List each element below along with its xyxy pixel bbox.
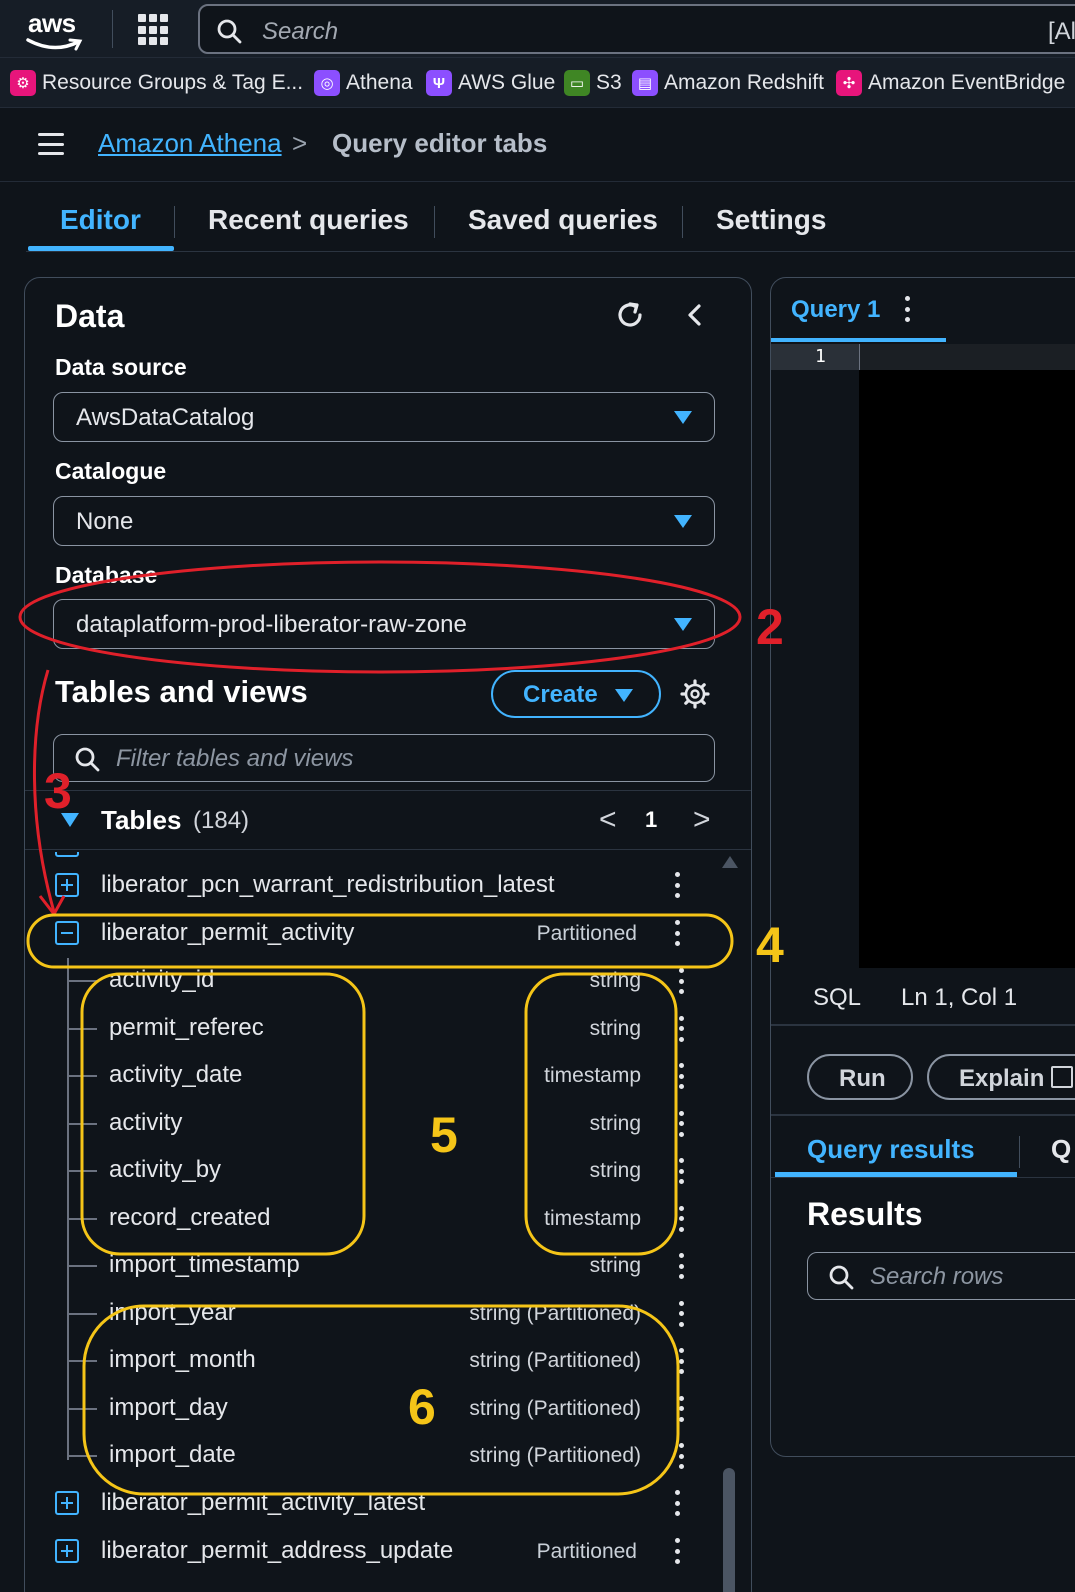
table-highlight-ring xyxy=(26,913,734,969)
annotation-step-6: 6 xyxy=(408,1379,436,1435)
annotation-step-4: 4 xyxy=(756,917,784,973)
column-names-highlight xyxy=(80,972,366,1256)
annotation-step-5: 5 xyxy=(430,1107,458,1163)
annotation-step-2: 2 xyxy=(756,599,784,655)
annotation-step-3: 3 xyxy=(44,763,72,819)
annotation-overlay xyxy=(18,560,742,1496)
column-types-highlight xyxy=(524,972,678,1256)
database-highlight-ring xyxy=(18,560,742,674)
partition-columns-highlight xyxy=(82,1304,680,1496)
